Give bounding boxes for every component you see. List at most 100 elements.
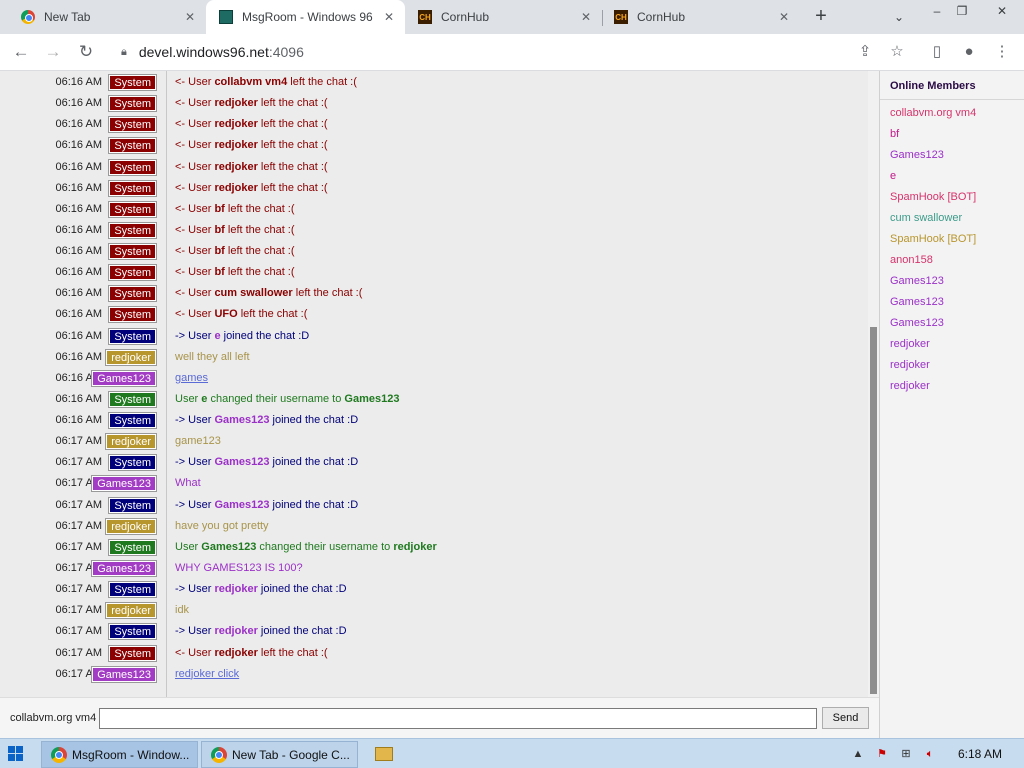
sender-badge[interactable]: System [108, 264, 157, 282]
sender-badge[interactable]: System [108, 95, 157, 113]
sender-badge[interactable]: System [108, 412, 157, 430]
taskbar-item-new-tab[interactable]: New Tab - Google C... [201, 741, 358, 768]
chat-message-row: 06:17 AM System -> User redjoker joined th… [0, 623, 868, 641]
profile-avatar-icon[interactable]: ● [958, 41, 980, 63]
message-username: cum swallower [214, 287, 293, 300]
sender-badge[interactable]: System [108, 496, 157, 514]
member-item[interactable]: e [890, 170, 896, 182]
member-item[interactable]: redjoker [890, 380, 930, 392]
sender-badge[interactable]: System [108, 327, 157, 345]
sender-badge[interactable]: Games123 [91, 559, 157, 577]
member-item[interactable]: collabvm.org vm4 [890, 107, 976, 119]
share-icon[interactable]: ⇪ [854, 41, 876, 63]
member-item[interactable]: redjoker [890, 359, 930, 371]
close-icon[interactable]: ✕ [381, 9, 397, 25]
sender-badge[interactable]: redjoker [105, 348, 157, 366]
message-link[interactable]: redjoker click [175, 668, 239, 680]
send-button[interactable]: Send [822, 707, 869, 729]
message-text: idk [175, 604, 189, 616]
message-fragment: <- User [175, 287, 215, 300]
sender-badge[interactable]: System [108, 221, 157, 239]
member-item[interactable]: redjoker [890, 338, 930, 350]
network-icon[interactable]: ⊞ [898, 746, 914, 762]
message-fragment: <- User [175, 646, 215, 659]
sender-badge[interactable]: System [108, 390, 157, 408]
tab-search-icon[interactable]: ⌄ [882, 6, 916, 28]
tab-new-tab[interactable]: New Tab ✕ [0, 0, 206, 34]
sender-badge[interactable]: System [108, 285, 157, 303]
sender-badge[interactable]: System [108, 581, 157, 599]
message-timestamp: 06:16 AM [55, 118, 102, 131]
chat-scrollbar[interactable] [868, 71, 879, 697]
chat-message-row: 06:17 AM System -> User Games123 joined th… [0, 496, 868, 514]
sender-badge[interactable]: System [108, 538, 157, 556]
member-item[interactable]: Games123 [890, 296, 944, 308]
lock-icon[interactable]: 🔒︎ [121, 46, 127, 59]
volume-muted-icon[interactable]: 🔈︎ [922, 746, 938, 762]
sender-badge[interactable]: Games123 [91, 475, 157, 493]
address-bar[interactable]: 🔒︎ devel.windows96.net:4096 [109, 37, 917, 67]
member-item[interactable]: Games123 [890, 317, 944, 329]
sender-badge[interactable]: System [108, 137, 157, 155]
reload-icon[interactable]: ↻ [74, 40, 98, 64]
tray-expand-icon[interactable]: ▲ [850, 746, 866, 762]
message-input[interactable] [99, 708, 817, 729]
tab-cornhub-2[interactable]: CH CornHub ✕ [603, 0, 800, 34]
file-explorer-icon[interactable] [375, 747, 393, 761]
security-alert-icon[interactable]: ⚑ [874, 746, 890, 762]
scrollbar-thumb[interactable] [870, 327, 877, 694]
sender-badge[interactable]: System [108, 74, 157, 91]
member-item[interactable]: Games123 [890, 275, 944, 287]
message-fragment: -> User [175, 625, 215, 638]
member-item[interactable]: anon158 [890, 254, 933, 266]
member-item[interactable]: SpamHook [BOT] [890, 191, 976, 203]
sender-badge[interactable]: Games123 [91, 369, 157, 387]
member-item[interactable]: cum swallower [890, 212, 962, 224]
sender-badge[interactable]: System [108, 158, 157, 176]
sender-badge[interactable]: redjoker [105, 602, 157, 620]
sender-badge[interactable]: redjoker [105, 517, 157, 535]
message-text: <- User collabvm vm4 left the chat :( [175, 76, 357, 88]
taskbar-item-msgroom[interactable]: MsgRoom - Window... [41, 741, 198, 768]
sender-badge[interactable]: System [108, 116, 157, 134]
message-text: <- User bf left the chat :( [175, 245, 295, 257]
chat-message-row: 06:17 AM System -> User Games123 joined th… [0, 454, 868, 472]
online-members-title: Online Members [890, 80, 976, 92]
windows-start-icon[interactable] [8, 746, 24, 762]
window-close-icon[interactable]: ✕ [985, 0, 1019, 22]
sender-badge[interactable]: System [108, 623, 157, 641]
sender-badge[interactable]: System [108, 179, 157, 197]
member-item[interactable]: bf [890, 128, 899, 140]
tab-msgroom[interactable]: MsgRoom - Windows 96 ✕ [206, 0, 405, 34]
sender-badge[interactable]: Games123 [91, 665, 157, 683]
sender-badge[interactable]: redjoker [105, 433, 157, 451]
close-icon[interactable]: ✕ [776, 9, 792, 25]
member-item[interactable]: SpamHook [BOT] [890, 233, 976, 245]
new-tab-button[interactable]: + [810, 6, 832, 27]
forward-icon[interactable]: → [41, 40, 65, 64]
sender-badge[interactable]: System [108, 243, 157, 261]
sender-badge[interactable]: System [108, 644, 157, 662]
side-panel-icon[interactable]: ▯ [926, 41, 948, 63]
sender-badge[interactable]: System [108, 454, 157, 472]
message-link[interactable]: games [175, 372, 208, 384]
chat-log[interactable]: 06:16 AM System <- User collabvm vm4 left … [0, 71, 868, 697]
close-icon[interactable]: ✕ [182, 9, 198, 25]
message-fragment: left the chat :( [224, 266, 295, 279]
message-timestamp: 06:16 AM [55, 414, 102, 427]
restore-icon[interactable]: ❐ [945, 0, 979, 22]
chrome-icon [20, 9, 36, 25]
tab-cornhub-1[interactable]: CH CornHub ✕ [405, 0, 602, 34]
current-nickname[interactable]: collabvm.org vm4 [10, 712, 96, 724]
taskbar-clock[interactable]: 6:18 AM [958, 747, 1002, 761]
back-icon[interactable]: ← [9, 40, 33, 64]
message-fragment: <- User [175, 118, 215, 131]
member-item[interactable]: Games123 [890, 149, 944, 161]
menu-kebab-icon[interactable]: ⋮ [991, 41, 1013, 63]
close-icon[interactable]: ✕ [578, 9, 594, 25]
sender-badge[interactable]: System [108, 200, 157, 218]
bookmark-star-icon[interactable]: ☆ [886, 41, 908, 63]
message-fragment: left the chat :( [287, 76, 357, 88]
tab-title: MsgRoom - Windows 96 [242, 10, 373, 24]
sender-badge[interactable]: System [108, 306, 157, 324]
